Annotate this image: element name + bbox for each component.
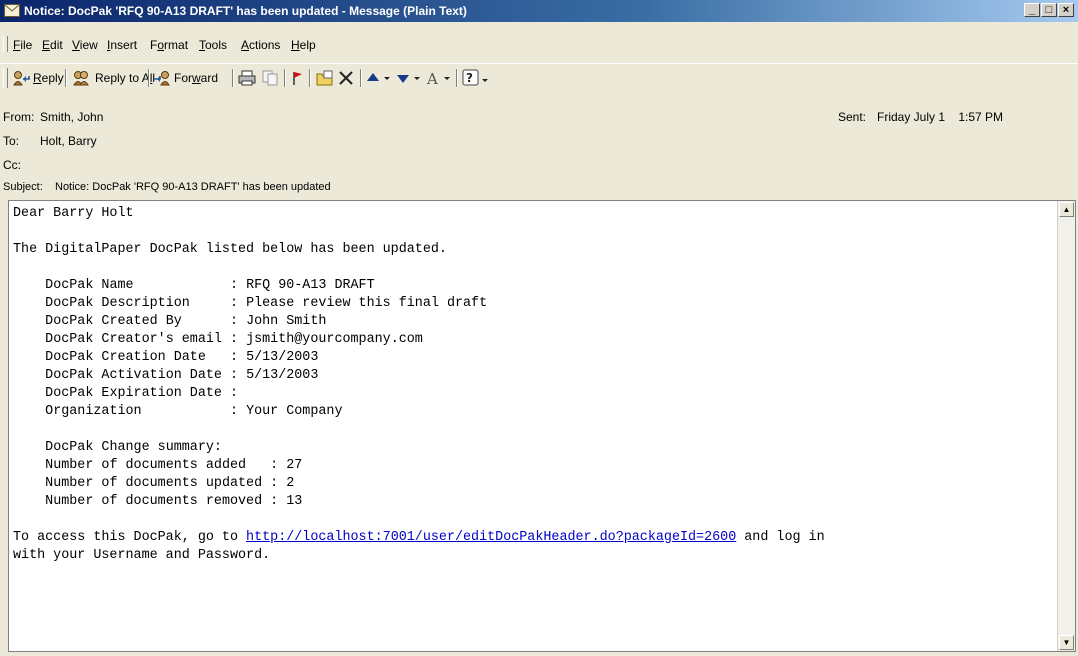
toolbar-separator (309, 69, 311, 87)
field-label: Organization (45, 404, 230, 419)
field-value: 5/13/2003 (246, 368, 319, 383)
close-button[interactable]: × (1058, 3, 1074, 17)
copy-button[interactable] (262, 68, 278, 88)
delete-button[interactable] (338, 68, 354, 88)
field-value: John Smith (246, 314, 327, 329)
toolbar-grip[interactable] (3, 68, 8, 88)
minimize-button[interactable]: _ (1024, 3, 1040, 17)
message-text[interactable]: Dear Barry Holt The DigitalPaper DocPak … (13, 205, 825, 565)
field-label: DocPak Description (45, 296, 230, 311)
toolbar-separator (65, 69, 67, 87)
from-label: From: (3, 110, 35, 124)
field-value: 5/13/2003 (246, 350, 319, 365)
field-label: DocPak Activation Date (45, 368, 230, 383)
access-text-end: and log in (736, 530, 825, 545)
to-label: To: (3, 134, 20, 148)
help-icon: ? (462, 69, 488, 86)
from-value[interactable]: Smith, John (40, 110, 103, 124)
to-value[interactable]: Holt, Barry (40, 134, 97, 148)
copy-icon (262, 70, 278, 86)
print-button[interactable] (238, 68, 256, 88)
window-title: Notice: DocPak 'RFQ 90-A13 DRAFT' has be… (24, 4, 467, 18)
toolbar-separator (232, 69, 234, 87)
docpak-link[interactable]: http://localhost:7001/user/editDocPakHea… (246, 530, 736, 545)
flag-icon (293, 72, 302, 85)
vertical-scrollbar[interactable]: ▲ ▼ (1057, 201, 1075, 651)
subject-value: Notice: DocPak 'RFQ 90-A13 DRAFT' has be… (55, 181, 331, 193)
scroll-up-button[interactable]: ▲ (1059, 202, 1074, 217)
flag-button[interactable] (290, 68, 304, 88)
field-value: Your Company (246, 404, 343, 419)
next-item-icon (397, 75, 420, 83)
menu-actions[interactable]: Actions (241, 38, 280, 52)
field-label: DocPak Expiration Date (45, 386, 230, 401)
envelope-icon (4, 4, 20, 17)
outlook-message-window: Notice: DocPak 'RFQ 90-A13 DRAFT' has be… (0, 0, 1078, 656)
menu-bar-grip[interactable] (3, 36, 8, 52)
forward-icon (154, 71, 170, 86)
previous-item-icon (367, 73, 390, 81)
reply-button[interactable]: Reply (12, 68, 64, 88)
sent-value: Friday July 1 1:57 PM (877, 110, 1004, 124)
menu-view[interactable]: View (72, 38, 98, 52)
reply-icon (13, 71, 30, 86)
maximize-button[interactable]: □ (1041, 3, 1057, 17)
title-bar[interactable]: Notice: DocPak 'RFQ 90-A13 DRAFT' has be… (0, 0, 1078, 22)
field-value: jsmith@yourcompany.com (246, 332, 423, 347)
cc-label: Cc: (3, 158, 21, 172)
summary-label: Number of documents updated (45, 476, 271, 491)
menu-tools[interactable]: Tools (199, 38, 227, 52)
address-book-icon: A (426, 70, 450, 86)
toolbar-separator (284, 69, 286, 87)
field-label: DocPak Creation Date (45, 350, 230, 365)
toolbar-separator (360, 69, 362, 87)
previous-item-button[interactable] (366, 68, 392, 88)
move-to-folder-button[interactable] (316, 68, 334, 88)
intro-line: The DigitalPaper DocPak listed below has… (13, 242, 447, 257)
field-label: DocPak Name (45, 278, 230, 293)
summary-heading: DocPak Change summary: (45, 440, 222, 455)
menu-format[interactable]: Format (150, 38, 188, 52)
next-item-button[interactable] (396, 68, 422, 88)
print-icon (238, 70, 256, 86)
svg-text:A: A (426, 70, 438, 86)
field-label: DocPak Creator's email (45, 332, 230, 347)
reply-all-icon (73, 71, 89, 86)
move-to-folder-icon (316, 70, 333, 86)
sent-label: Sent: (838, 110, 867, 124)
scroll-down-button[interactable]: ▼ (1059, 635, 1074, 650)
svg-text:?: ? (466, 71, 473, 85)
field-label: DocPak Created By (45, 314, 230, 329)
summary-label: Number of documents added (45, 458, 271, 473)
reply-all-button[interactable]: Reply to All (72, 68, 155, 88)
toolbar-separator (456, 69, 458, 87)
message-body[interactable]: Dear Barry Holt The DigitalPaper DocPak … (8, 200, 1076, 652)
message-header: From: Smith, John Sent: Friday July 1 1:… (0, 96, 1078, 200)
summary-value: 13 (286, 494, 303, 509)
menu-insert[interactable]: Insert (107, 38, 137, 52)
address-book-button[interactable]: A (426, 68, 452, 88)
window-controls: _ □ × (1023, 3, 1074, 19)
field-value: Please review this final draft (246, 296, 488, 311)
forward-button[interactable]: Forward (153, 68, 218, 88)
menu-help[interactable]: Help (291, 38, 316, 52)
menu-file[interactable]: File (13, 38, 32, 52)
summary-value: 27 (286, 458, 303, 473)
access-text-line2: with your Username and Password. (13, 548, 271, 563)
subject-label: Subject: (3, 181, 43, 193)
menu-bar: File Edit View Insert Format Tools Actio… (0, 33, 1078, 55)
delete-icon (339, 71, 353, 85)
toolbar-separator (148, 69, 150, 87)
access-text: To access this DocPak, go to (13, 530, 247, 545)
summary-value: 2 (286, 476, 295, 491)
standard-toolbar: Reply Reply to All Forward A ? (0, 63, 1078, 92)
field-value: RFQ 90-A13 DRAFT (246, 278, 375, 293)
greeting: Dear Barry Holt (13, 206, 134, 221)
help-button[interactable]: ? (462, 68, 490, 88)
menu-edit[interactable]: Edit (42, 38, 63, 52)
summary-label: Number of documents removed (45, 494, 271, 509)
